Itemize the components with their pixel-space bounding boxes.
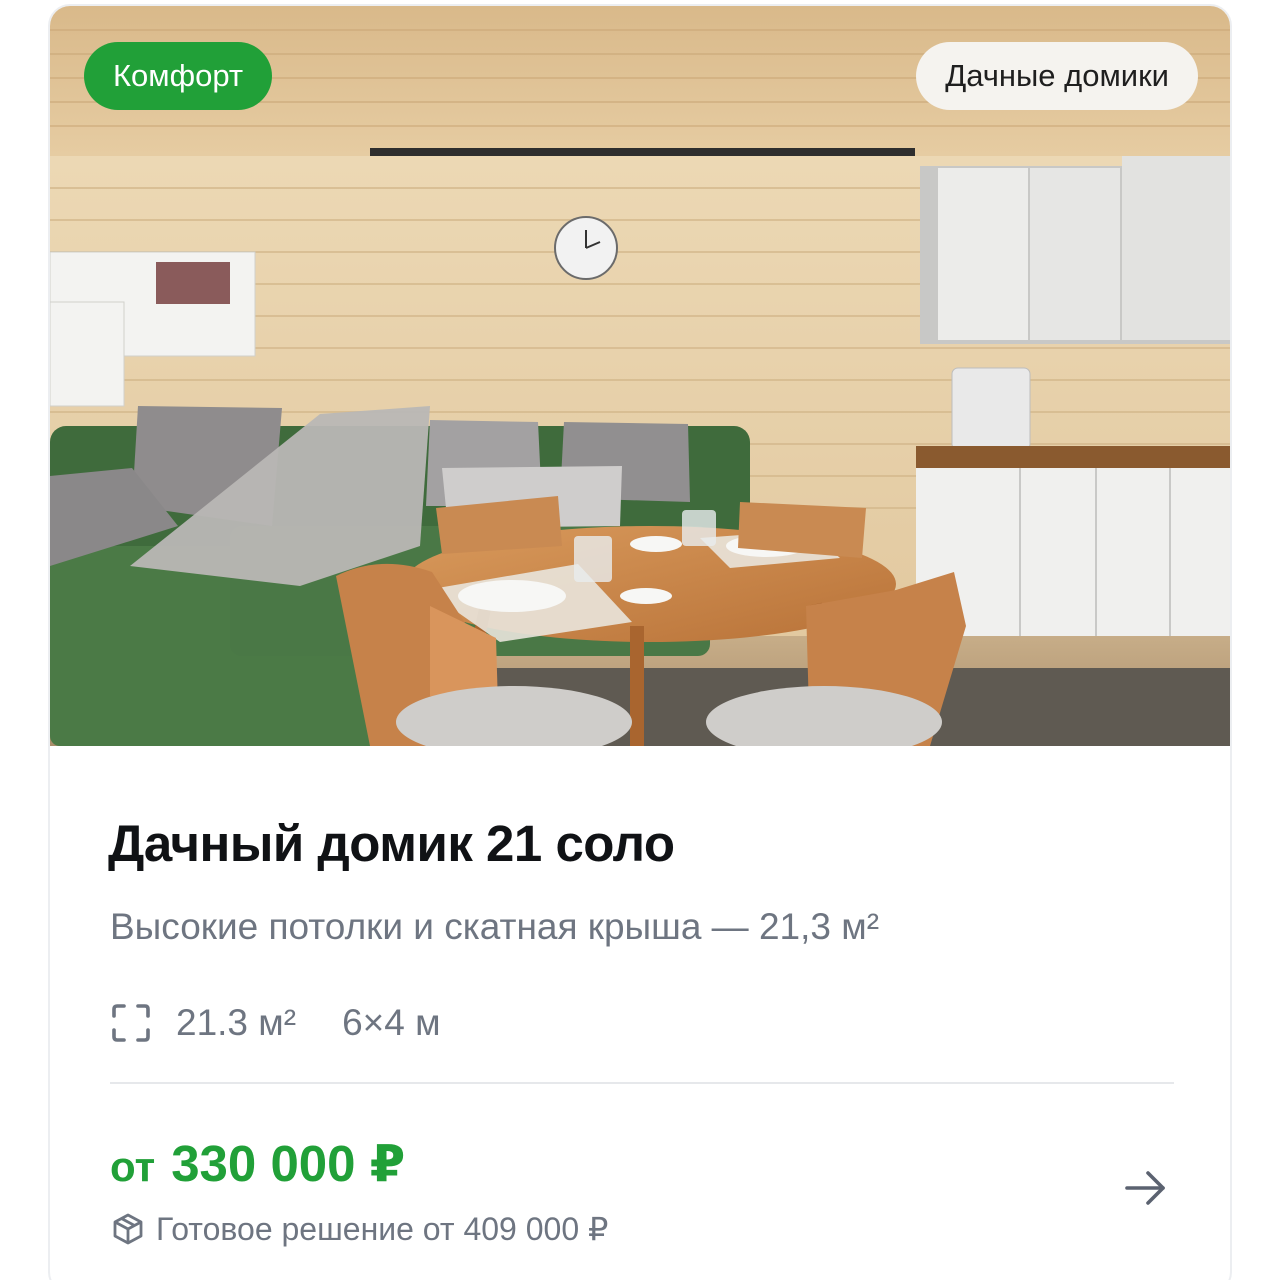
category-badge[interactable]: Дачные домики xyxy=(916,42,1198,110)
area-frame-icon xyxy=(112,1004,150,1042)
product-card[interactable]: Комфорт Дачные домики Дачный домик 21 со… xyxy=(48,4,1232,1280)
product-subtitle: Высокие потолки и скатная крыша — 21,3 м… xyxy=(110,906,880,947)
area-value: 21.3 м² xyxy=(176,1002,297,1043)
product-title: Дачный домик 21 соло xyxy=(108,815,675,872)
price-value: 330 000 ₽ xyxy=(171,1135,406,1192)
comfort-badge: Комфорт xyxy=(84,42,273,110)
dimensions-value: 6×4 м xyxy=(342,1002,441,1043)
divider xyxy=(110,1082,1174,1084)
box-icon xyxy=(113,1213,143,1245)
ready-solution-text: Готовое решение от 409 000 ₽ xyxy=(156,1211,609,1247)
product-photo[interactable]: Комфорт Дачные домики xyxy=(50,6,1230,746)
ready-solution: Готовое решение от 409 000 ₽ xyxy=(110,1210,608,1248)
arrow-right-icon[interactable] xyxy=(1120,1162,1172,1214)
product-specs: 21.3 м² 6×4 м xyxy=(110,1000,441,1046)
price-prefix: от xyxy=(110,1143,156,1190)
price: от 330 000 ₽ xyxy=(110,1134,405,1194)
